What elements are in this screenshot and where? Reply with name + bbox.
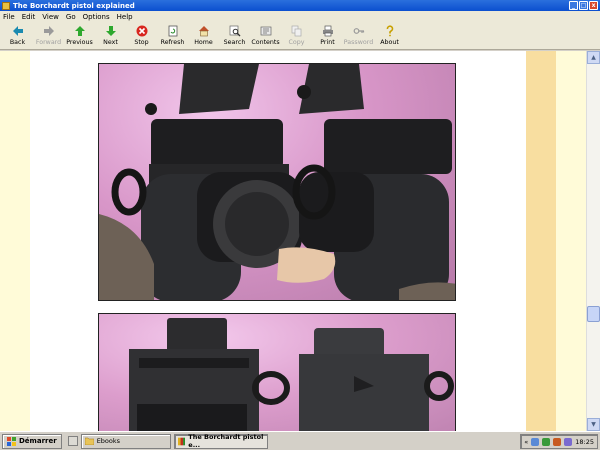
next-button[interactable]: Next — [95, 23, 126, 49]
down-arrow-icon — [105, 25, 117, 37]
taskbar: Démarrer Ebooks The Borchardt pistol e..… — [0, 431, 600, 450]
show-desktop-icon[interactable] — [67, 436, 78, 446]
refresh-icon — [167, 25, 179, 37]
close-button[interactable]: x — [589, 1, 598, 10]
menu-edit[interactable]: Edit — [22, 13, 36, 21]
forward-arrow-icon — [43, 25, 55, 37]
key-icon — [353, 25, 365, 37]
back-button[interactable]: Back — [2, 23, 33, 49]
folder-icon — [84, 437, 94, 445]
antivirus-icon[interactable] — [542, 437, 551, 446]
tray-app-icon[interactable] — [553, 437, 562, 446]
title-bar: The Borchardt pistol explained _ □ x — [0, 0, 600, 11]
about-button[interactable]: About — [374, 23, 405, 49]
ebook-content — [0, 51, 586, 431]
about-icon — [384, 25, 396, 37]
previous-button[interactable]: Previous — [64, 23, 95, 49]
copy-button[interactable]: Copy — [281, 23, 312, 49]
decorative-stripe — [526, 51, 556, 431]
vertical-scrollbar[interactable]: ▲ ▼ — [586, 51, 600, 431]
system-tray: « 18:25 — [520, 434, 598, 449]
volume-icon[interactable] — [564, 437, 573, 446]
refresh-button[interactable]: Refresh — [157, 23, 188, 49]
stop-button[interactable]: Stop — [126, 23, 157, 49]
forward-button[interactable]: Forward — [33, 23, 64, 49]
window-title: The Borchardt pistol explained — [13, 1, 135, 10]
contents-button[interactable]: Contents — [250, 23, 281, 49]
home-button[interactable]: Home — [188, 23, 219, 49]
home-icon — [198, 25, 210, 37]
menu-go[interactable]: Go — [66, 13, 76, 21]
menu-bar: File Edit View Go Options Help — [0, 11, 600, 23]
print-icon — [322, 25, 334, 37]
menu-view[interactable]: View — [42, 13, 59, 21]
copy-icon — [291, 25, 303, 37]
pistol-photo-sight-detail — [98, 313, 456, 431]
task-borchardt-ebook[interactable]: The Borchardt pistol e... — [173, 433, 268, 449]
toolbar: Back Forward Previous Next Stop Refresh — [0, 23, 600, 50]
ebook-icon — [177, 437, 186, 445]
clock: 18:25 — [575, 437, 594, 446]
menu-file[interactable]: File — [3, 13, 15, 21]
start-button[interactable]: Démarrer — [2, 433, 62, 449]
scroll-up-icon[interactable]: ▲ — [587, 51, 600, 64]
maximize-button[interactable]: □ — [579, 1, 588, 10]
menu-help[interactable]: Help — [117, 13, 133, 21]
decorative-margin — [556, 51, 586, 431]
windows-logo-icon — [7, 436, 16, 446]
pistol-photo-toggle-view — [98, 63, 456, 301]
tray-expand-icon[interactable]: « — [524, 438, 528, 446]
search-button[interactable]: Search — [219, 23, 250, 49]
up-arrow-icon — [74, 25, 86, 37]
search-icon — [229, 25, 241, 37]
back-arrow-icon — [12, 25, 24, 37]
stop-icon — [136, 25, 148, 37]
contents-icon — [260, 25, 272, 37]
minimize-button[interactable]: _ — [569, 1, 578, 10]
task-ebooks[interactable]: Ebooks — [80, 433, 171, 449]
scroll-down-icon[interactable]: ▼ — [587, 418, 600, 431]
menu-options[interactable]: Options — [83, 13, 110, 21]
network-icon[interactable] — [531, 437, 540, 446]
app-icon — [2, 1, 10, 10]
password-button[interactable]: Password — [343, 23, 374, 49]
scroll-thumb[interactable] — [587, 306, 600, 322]
print-button[interactable]: Print — [312, 23, 343, 49]
